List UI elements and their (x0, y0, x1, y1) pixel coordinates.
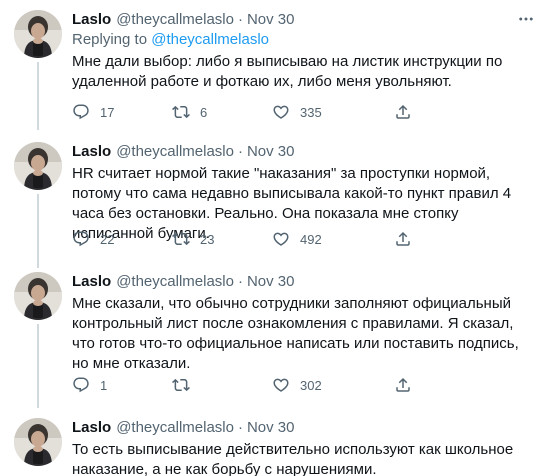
thread-line (37, 62, 39, 120)
tweet-header: Laslo @theycallmelaslo · Nov 30 (72, 416, 538, 438)
reply-button[interactable]: 22 (72, 230, 172, 248)
avatar[interactable] (14, 272, 62, 320)
retweet-button[interactable] (172, 376, 272, 394)
author-name[interactable]: Laslo (72, 11, 111, 28)
retweet-count: 6 (200, 104, 208, 120)
retweet-icon (172, 103, 190, 121)
reply-button[interactable]: 17 (72, 103, 172, 121)
avatar[interactable] (14, 142, 62, 190)
thread-line (37, 120, 39, 130)
replying-to-handle[interactable]: @theycallmelaslo (151, 31, 269, 48)
reply-count: 1 (100, 377, 108, 393)
retweet-button[interactable]: 6 (172, 103, 272, 121)
avatar-image (14, 142, 62, 190)
like-count: 302 (300, 377, 322, 393)
like-count: 335 (300, 104, 322, 120)
reply-count: 17 (100, 104, 115, 120)
separator-dot: · (237, 272, 243, 290)
tweet-date[interactable]: Nov 30 (247, 11, 295, 28)
replying-to: Replying to @theycallmelaslo (72, 30, 538, 50)
more-icon[interactable] (516, 10, 536, 28)
retweet-button[interactable]: 23 (172, 230, 272, 248)
author-handle[interactable]: @theycallmelaslo (116, 143, 234, 160)
separator-dot: · (237, 142, 243, 160)
avatar-image (14, 418, 62, 466)
like-button[interactable]: 492 (272, 230, 372, 248)
retweet-icon (172, 376, 190, 394)
tweet[interactable]: Laslo @theycallmelaslo · Nov 30 HR счита… (0, 120, 550, 264)
avatar[interactable] (14, 10, 62, 58)
reply-icon (72, 230, 90, 248)
tweet[interactable]: Laslo @theycallmelaslo · Nov 30 Replying… (0, 0, 550, 120)
avatar[interactable] (14, 418, 62, 466)
retweet-count: 23 (200, 231, 215, 247)
tweet-text: То есть выписывание действительно исполь… (72, 441, 514, 476)
share-button[interactable] (394, 230, 422, 248)
like-button[interactable]: 302 (272, 376, 372, 394)
share-icon (394, 103, 412, 121)
tweet-header: Laslo @theycallmelaslo · Nov 30 (72, 140, 538, 162)
share-button[interactable] (394, 103, 422, 121)
tweet[interactable]: Laslo @theycallmelaslo · Nov 30 Мне сказ… (0, 260, 550, 402)
replying-to-label: Replying to (72, 31, 152, 48)
thread-line (37, 324, 39, 402)
thread-line (37, 194, 39, 264)
tweet-actions: 17 6 335 (72, 102, 472, 122)
like-button[interactable]: 335 (272, 103, 372, 121)
avatar-image (14, 10, 62, 58)
share-icon (394, 230, 412, 248)
tweet-header: Laslo @theycallmelaslo · Nov 30 (72, 8, 538, 30)
tweet-date[interactable]: Nov 30 (247, 273, 295, 290)
author-name[interactable]: Laslo (72, 419, 111, 436)
author-handle[interactable]: @theycallmelaslo (116, 419, 234, 436)
tweet-date[interactable]: Nov 30 (247, 143, 295, 160)
retweet-icon (172, 230, 190, 248)
like-count: 492 (300, 231, 322, 247)
thread-line (37, 402, 39, 408)
tweet[interactable]: Laslo @theycallmelaslo · Nov 30 То есть … (0, 402, 550, 476)
author-handle[interactable]: @theycallmelaslo (116, 11, 234, 28)
share-icon (394, 376, 412, 394)
thread-line (37, 260, 39, 268)
like-icon (272, 103, 290, 121)
reply-button[interactable]: 1 (72, 376, 172, 394)
reply-icon (72, 103, 90, 121)
tweet-actions: 1 302 (72, 375, 472, 395)
tweet-actions: 22 23 492 (72, 229, 472, 249)
tweet-header: Laslo @theycallmelaslo · Nov 30 (72, 270, 538, 292)
author-name[interactable]: Laslo (72, 143, 111, 160)
like-icon (272, 230, 290, 248)
share-button[interactable] (394, 376, 422, 394)
author-name[interactable]: Laslo (72, 273, 111, 290)
like-icon (272, 376, 290, 394)
avatar-image (14, 272, 62, 320)
reply-count: 22 (100, 231, 115, 247)
separator-dot: · (237, 418, 243, 436)
tweet-text: Мне сказали, что обычно сотрудники запол… (72, 295, 519, 372)
reply-icon (72, 376, 90, 394)
tweet-text: Мне дали выбор: либо я выписываю на лист… (72, 53, 503, 90)
author-handle[interactable]: @theycallmelaslo (116, 273, 234, 290)
separator-dot: · (237, 10, 243, 28)
tweet-date[interactable]: Nov 30 (247, 419, 295, 436)
